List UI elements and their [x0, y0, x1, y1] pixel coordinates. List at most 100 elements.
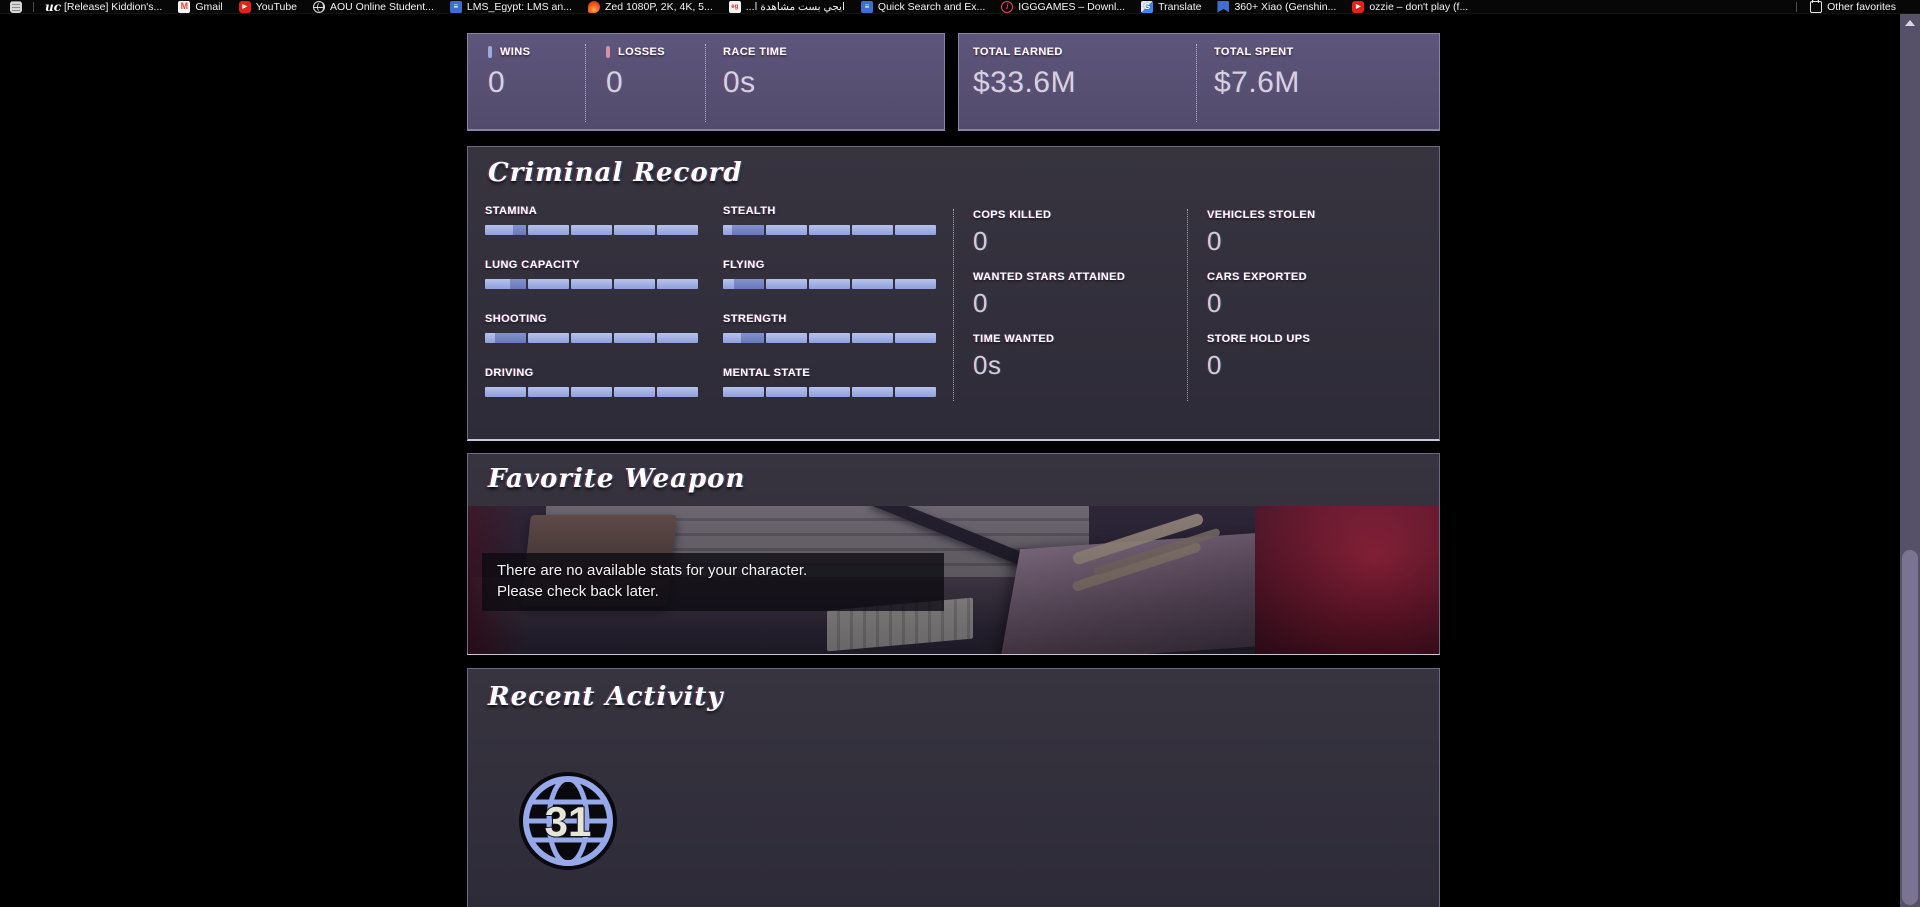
stat-value: $7.6M: [1214, 66, 1300, 100]
criminal-stat-label: WANTED STARS ATTAINED: [973, 271, 1187, 283]
skill-progress-bar: [723, 225, 936, 235]
stat-label: LOSSES: [618, 46, 665, 58]
skill-bar-segment: [766, 333, 807, 343]
skill-bar-segment: [895, 387, 936, 397]
skill-bar-segment: [723, 225, 764, 235]
skill-cell: LUNG CAPACITY: [485, 259, 698, 289]
bookmark-item[interactable]: ≡Quick Search and Ex...: [853, 0, 993, 14]
stat-label: RACE TIME: [723, 46, 787, 58]
criminal-record-divider: [1187, 209, 1188, 401]
stats-divider: [585, 44, 586, 122]
skill-cell: DRIVING: [485, 367, 698, 397]
doc-icon: ≡: [861, 1, 873, 13]
bookmark-item[interactable]: iIGGGAMES – Downl...: [993, 0, 1133, 14]
criminal-stat-label: TIME WANTED: [973, 333, 1187, 345]
bookmark-item[interactable]: ▶YouTube: [231, 0, 305, 14]
skill-bar-segment: [528, 333, 569, 343]
stat-value: 0: [488, 66, 530, 100]
bookmark-item[interactable]: AOU Online Student...: [305, 0, 442, 14]
stat-value: $33.6M: [973, 66, 1076, 100]
bookmark-item[interactable]: GTranslate: [1133, 0, 1209, 14]
bookmark-item[interactable]: 360+ Xiao (Genshin...: [1209, 0, 1344, 14]
stats-divider: [705, 44, 706, 122]
skill-bar-segment: [852, 387, 893, 397]
skill-bar-segment: [614, 279, 655, 289]
rank-badge[interactable]: 31: [518, 771, 618, 871]
skill-label: FLYING: [723, 259, 936, 271]
skill-bar-fill-edge: [510, 279, 526, 289]
criminal-record-stats: COPS KILLED0 WANTED STARS ATTAINED 0 TIME W…: [973, 209, 1428, 395]
recent-activity-panel: Recent Activity 31: [467, 668, 1440, 907]
skill-bar-segment: [571, 387, 612, 397]
criminal-stat-value: 0: [1207, 350, 1427, 381]
bookmark-label: LMS_Egypt: LMS an...: [467, 0, 572, 14]
other-favorites-button[interactable]: Other favorites: [1802, 0, 1904, 14]
skill-bar-segment: [723, 279, 764, 289]
scrollbar-thumb[interactable]: [1902, 550, 1918, 905]
stat-label: TOTAL EARNED: [973, 46, 1063, 58]
skill-cell: STEALTH: [723, 205, 936, 235]
bookmark-label: ايجي بست مشاهدة ا...: [746, 0, 845, 14]
criminal-stat-cell: VEHICLES STOLEN0: [1207, 209, 1427, 257]
bookmarks-bar: uc [Release] Kiddion's... MGmail▶YouTubeAO…: [0, 0, 1920, 14]
recent-activity-title: Recent Activity: [488, 683, 723, 712]
skill-bar-fill-edge: [734, 279, 764, 289]
skill-bar-segment: [657, 225, 698, 235]
skill-label: LUNG CAPACITY: [485, 259, 698, 271]
stat-value: 0s: [723, 66, 787, 100]
skill-bar-segment: [852, 333, 893, 343]
skill-progress-bar: [485, 333, 698, 343]
stat-label: WINS: [500, 46, 530, 58]
vertical-scrollbar[interactable]: [1900, 14, 1920, 907]
skill-label: STRENGTH: [723, 313, 936, 325]
bookmark-item[interactable]: ▶ozzie – don't play (f...: [1344, 0, 1476, 14]
flame-icon: [588, 1, 600, 13]
weapons-photo-banner: There are no available stats for your ch…: [468, 506, 1439, 654]
sidebar-button[interactable]: [4, 1, 28, 13]
bookmark-item[interactable]: eg ايجي بست مشاهدة ا...: [721, 0, 853, 14]
stat-color-marker: [488, 46, 492, 58]
bookmark-label: [Release] Kiddion's...: [64, 0, 162, 14]
stats-divider: [1196, 44, 1197, 122]
skill-bar-segment: [895, 333, 936, 343]
skill-bar-fill-edge: [495, 333, 526, 343]
criminal-stat-cell: COPS KILLED0: [973, 209, 1187, 257]
criminal-stat-label: VEHICLES STOLEN: [1207, 209, 1427, 221]
scroll-up-button[interactable]: [1900, 14, 1920, 31]
stat-value: 0: [606, 66, 665, 100]
skill-bar-segment: [485, 225, 526, 235]
criminal-record-panel: Criminal Record STAMINASTEALTHLUNG CAPAC…: [467, 146, 1440, 441]
criminal-stat-cell: WANTED STARS ATTAINED 0: [973, 271, 1187, 319]
uc-icon: uc: [47, 1, 59, 13]
skill-bar-segment: [571, 333, 612, 343]
criminal-stat-value: 0: [1207, 288, 1427, 319]
stat-color-marker: [606, 46, 610, 58]
bookmark-item[interactable]: Zed 1080P, 2K, 4K, 5...: [580, 0, 721, 14]
skill-label: MENTAL STATE: [723, 367, 936, 379]
skill-bar-segment: [657, 333, 698, 343]
scroll-up-arrow-icon: [1905, 20, 1915, 26]
other-favorites-label: Other favorites: [1827, 0, 1896, 14]
skill-cell: STRENGTH: [723, 313, 936, 343]
skill-bar-segment: [571, 225, 612, 235]
criminal-stat-value: 0: [973, 288, 1187, 319]
bookmark-item[interactable]: ≡LMS_Egypt: LMS an...: [442, 0, 580, 14]
skill-bar-segment: [895, 279, 936, 289]
race-stats-panel: WINS 0 LOSSES 0 RACE TIME 0s: [467, 33, 945, 131]
igg-icon: i: [1001, 1, 1013, 13]
bookmarks-separator: [1796, 2, 1797, 12]
criminal-stat-value: 0s: [973, 350, 1187, 381]
bookmark-item[interactable]: uc [Release] Kiddion's...: [39, 0, 170, 14]
skill-bar-segment: [485, 387, 526, 397]
criminal-stat-label: CARS EXPORTED: [1207, 271, 1427, 283]
skill-bar-fill-edge: [732, 225, 764, 235]
egybest-icon: eg: [729, 1, 741, 13]
skill-bar-fill-edge: [513, 225, 526, 235]
stat-label: TOTAL SPENT: [1214, 46, 1294, 58]
skill-bar-segment: [809, 387, 850, 397]
no-stats-message-line2: Please check back later.: [497, 581, 929, 602]
bookmark-label: Zed 1080P, 2K, 4K, 5...: [605, 0, 713, 14]
skill-bar-segment: [895, 225, 936, 235]
skill-progress-bar: [723, 279, 936, 289]
bookmark-item[interactable]: MGmail: [170, 0, 230, 14]
